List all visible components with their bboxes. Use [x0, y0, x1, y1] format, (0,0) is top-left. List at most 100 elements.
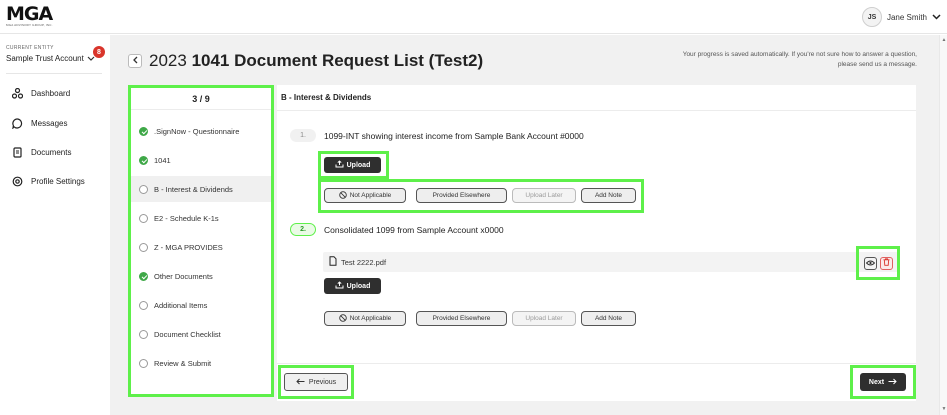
page-title-year: 2023: [149, 51, 187, 70]
button-label: Not Applicable: [349, 192, 392, 199]
step-item-interest-dividends[interactable]: B - Interest & Dividends: [131, 176, 271, 202]
entity-selector[interactable]: Sample Trust Account: [6, 54, 95, 63]
scroll-up-arrow-icon[interactable]: ▲: [940, 37, 947, 43]
upload-icon: [335, 160, 344, 170]
eye-icon: [865, 258, 875, 268]
scroll-down-arrow-icon[interactable]: ▼: [940, 406, 947, 412]
question-number: 1.: [290, 129, 316, 142]
button-label: Provided Elsewhere: [432, 192, 491, 199]
upload-label: Upload: [346, 282, 371, 290]
not-applicable-button[interactable]: Not Applicable: [324, 311, 406, 326]
question-text: Consolidated 1099 from Sample Account x0…: [324, 225, 504, 235]
arrow-right-icon: [888, 378, 897, 387]
arrow-left-icon: [296, 378, 305, 387]
chevron-left-icon: [132, 56, 138, 67]
upload-button[interactable]: Upload: [324, 278, 381, 294]
provided-elsewhere-button[interactable]: Provided Elsewhere: [416, 188, 507, 203]
scrollbar[interactable]: ▲ ▼: [939, 35, 947, 415]
sidebar-item-messages[interactable]: Messages: [12, 118, 67, 129]
step-progress: 3 / 9: [131, 88, 271, 110]
highlight-box: Previous: [278, 365, 354, 399]
upload-button[interactable]: Upload: [324, 157, 381, 173]
next-button[interactable]: Next: [860, 373, 906, 391]
page-title-name: 1041 Document Request List (Test2): [191, 51, 484, 70]
divider: [6, 73, 102, 74]
step-item-document-checklist[interactable]: Document Checklist: [131, 321, 271, 347]
button-label: Previous: [308, 378, 337, 386]
step-label: 1041: [154, 155, 171, 165]
entity-label: CURRENT ENTITY: [6, 45, 54, 51]
button-label: Provided Elsewhere: [432, 315, 491, 322]
logo-text: MGA: [6, 3, 53, 25]
file-actions: [856, 246, 900, 280]
step-item-review-submit[interactable]: Review & Submit: [131, 350, 271, 376]
documents-icon: [12, 147, 23, 158]
empty-circle-icon: [139, 213, 148, 223]
section-title: B - Interest & Dividends: [281, 93, 372, 102]
provided-elsewhere-button[interactable]: Provided Elsewhere: [416, 311, 507, 326]
empty-circle-icon: [139, 358, 148, 368]
trash-icon: [883, 258, 890, 268]
button-label: Add Note: [594, 315, 623, 322]
button-label: Not Applicable: [349, 315, 392, 322]
profile-settings-icon: [12, 176, 23, 187]
avatar[interactable]: JS: [861, 7, 882, 27]
not-applicable-button[interactable]: Not Applicable: [324, 188, 406, 203]
step-label: Document Checklist: [154, 329, 221, 339]
chevron-down-icon[interactable]: [932, 12, 941, 22]
sidebar: CURRENT ENTITY Sample Trust Account 8 Da…: [0, 35, 110, 415]
empty-circle-icon: [139, 329, 148, 339]
step-item-signnow-questionnaire[interactable]: .SignNow - Questionnaire: [131, 118, 271, 144]
upload-label: Upload: [346, 161, 371, 169]
delete-file-button[interactable]: [879, 256, 893, 270]
step-label: Z - MGA PROVIDES: [154, 242, 223, 252]
add-note-button[interactable]: Add Note: [581, 311, 636, 326]
dashboard-icon: [12, 88, 23, 99]
check-circle-icon: [139, 155, 148, 165]
upload-later-button[interactable]: Upload Later: [512, 188, 576, 203]
step-label: .SignNow - Questionnaire: [154, 126, 240, 136]
card-footer: [277, 363, 916, 401]
step-navigator: 3 / 9 .SignNow - Questionnaire 1041 B - …: [128, 85, 274, 397]
button-label: Add Note: [594, 192, 623, 199]
notification-badge: 8: [93, 46, 105, 58]
add-note-button[interactable]: Add Note: [581, 188, 636, 203]
autosave-note: Your progress is saved automatically. If…: [682, 51, 917, 68]
entity-name[interactable]: Sample Trust Account: [6, 54, 84, 63]
step-item-1041[interactable]: 1041: [131, 147, 271, 173]
view-file-button[interactable]: [863, 256, 877, 270]
uploaded-file-row: Test 2222.pdf: [323, 252, 898, 272]
block-icon: [338, 313, 347, 324]
sidebar-item-label: Messages: [31, 119, 68, 128]
question-number: 2.: [290, 223, 316, 236]
step-item-other-documents[interactable]: Other Documents: [131, 263, 271, 289]
page-title: 2023 1041 Document Request List (Test2): [149, 51, 483, 71]
check-circle-icon: [139, 271, 148, 281]
previous-button[interactable]: Previous: [284, 373, 348, 391]
sidebar-item-dashboard[interactable]: Dashboard: [12, 88, 70, 99]
highlight-box: Next: [850, 365, 916, 399]
step-item-schedule-k1s[interactable]: E2 - Schedule K-1s: [131, 205, 271, 231]
upload-later-button[interactable]: Upload Later: [512, 311, 576, 326]
divider: [277, 110, 916, 111]
button-label: Upload Later: [525, 192, 563, 199]
check-circle-icon: [139, 126, 148, 136]
step-item-mga-provides[interactable]: Z - MGA PROVIDES: [131, 234, 271, 260]
step-label: E2 - Schedule K-1s: [154, 213, 219, 223]
user-menu[interactable]: JS Jane Smith: [861, 7, 941, 27]
file-icon: [329, 256, 337, 268]
back-button[interactable]: [128, 54, 142, 68]
step-item-additional-items[interactable]: Additional Items: [131, 292, 271, 318]
company-logo[interactable]: MGA MGA ADVISORY GROUP, INC.: [6, 5, 58, 29]
sidebar-item-label: Documents: [31, 148, 72, 157]
step-label: Other Documents: [154, 271, 213, 281]
user-name[interactable]: Jane Smith: [887, 13, 927, 22]
logo-subtitle: MGA ADVISORY GROUP, INC.: [6, 23, 53, 27]
sidebar-item-documents[interactable]: Documents: [12, 147, 71, 158]
step-label: Review & Submit: [154, 358, 212, 368]
sidebar-item-label: Profile Settings: [31, 177, 85, 186]
button-label: Next: [868, 378, 885, 386]
sidebar-item-label: Dashboard: [31, 89, 71, 98]
question-text: 1099-INT showing interest income from Sa…: [324, 131, 584, 141]
sidebar-item-profile-settings[interactable]: Profile Settings: [12, 176, 85, 187]
